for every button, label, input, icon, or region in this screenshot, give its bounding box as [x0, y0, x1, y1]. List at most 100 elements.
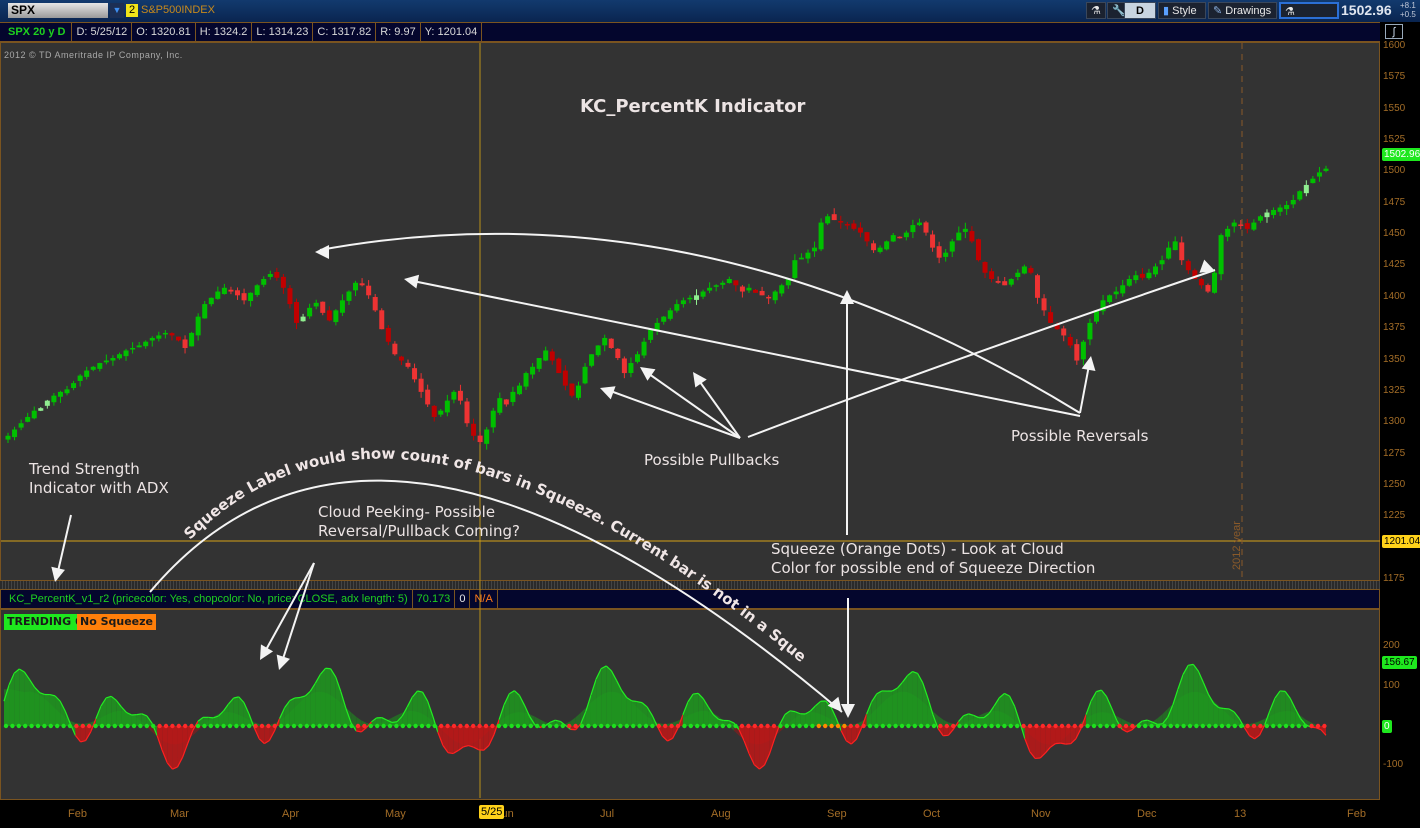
- reversal-arrow-1: [319, 232, 1081, 414]
- squeeze-dot: [1098, 723, 1103, 729]
- candle-body: [477, 435, 483, 443]
- candle-body: [202, 304, 208, 319]
- candle-body: [844, 224, 850, 226]
- histogram-segment: [1024, 726, 1030, 752]
- histogram-segment: [463, 726, 469, 747]
- squeeze-dot: [439, 723, 444, 729]
- squeeze-dot: [375, 723, 380, 729]
- squeeze-dot: [1200, 723, 1206, 729]
- candle-body: [149, 337, 155, 341]
- candle-body: [267, 273, 273, 277]
- chart-canvas: 2012 yearSqueeze Label would show count …: [0, 0, 1380, 798]
- squeeze-dot: [23, 723, 28, 729]
- squeeze-dot: [1322, 723, 1327, 729]
- candle-body: [779, 285, 785, 294]
- histogram-segment: [912, 671, 918, 726]
- candle-body: [103, 360, 109, 363]
- squeeze-dot: [874, 723, 879, 729]
- candle-body: [248, 292, 254, 302]
- candle-body: [287, 288, 293, 305]
- candle-body: [936, 246, 942, 258]
- candle-body: [523, 373, 529, 387]
- candle-body: [1198, 279, 1204, 286]
- histogram-segment: [448, 726, 454, 754]
- candle-body: [628, 363, 634, 373]
- squeeze-dot: [567, 723, 572, 729]
- candle-body: [562, 370, 568, 386]
- squeeze-dot: [1277, 723, 1282, 729]
- trend-strength-note-line-2: Indicator with ADX: [29, 479, 169, 497]
- candle-body: [189, 332, 195, 347]
- candle-body: [254, 285, 260, 295]
- squeeze-dot: [618, 723, 623, 729]
- candle-body: [798, 257, 804, 260]
- candle-body: [661, 316, 667, 322]
- candle-body: [995, 281, 1001, 283]
- histogram-segment: [1055, 726, 1061, 744]
- year-marker-label: 2012 year: [1231, 521, 1243, 570]
- candle-body: [307, 307, 313, 317]
- squeeze-dot: [464, 723, 469, 729]
- candle-body: [405, 362, 411, 367]
- squeeze-dot: [983, 723, 988, 729]
- squeeze-dot: [131, 723, 137, 729]
- histogram-segment: [902, 675, 908, 726]
- candle-body: [444, 400, 450, 413]
- squeeze-dot: [675, 723, 681, 729]
- candle-body: [871, 243, 877, 251]
- candle-body: [156, 335, 162, 339]
- squeeze-dot: [528, 723, 533, 729]
- squeeze-dot: [1085, 723, 1090, 729]
- candle-body: [969, 231, 975, 242]
- squeeze-dot: [656, 723, 661, 729]
- candle-body: [1126, 279, 1132, 286]
- percentk-line-segment: [325, 667, 331, 670]
- candle-body: [471, 423, 477, 436]
- candle-body: [582, 366, 588, 384]
- candle-body: [739, 286, 745, 292]
- histogram-segment: [340, 691, 346, 726]
- squeeze-dot: [938, 723, 943, 729]
- squeeze-note-line-2: Color for possible end of Squeeze Direct…: [771, 559, 1096, 577]
- candle-body: [457, 390, 463, 401]
- squeeze-dot: [1271, 723, 1276, 729]
- candle-body: [1257, 216, 1263, 221]
- squeeze-dot: [739, 723, 745, 729]
- squeeze-dot: [247, 723, 252, 729]
- squeeze-dot: [93, 723, 98, 729]
- candle-body: [136, 345, 142, 348]
- percentk-line-segment: [391, 721, 398, 724]
- squeeze-dot: [445, 723, 450, 729]
- squeeze-dot: [1111, 723, 1116, 729]
- pullback-arrow-2: [641, 368, 741, 439]
- squeeze-dot: [298, 723, 303, 729]
- histogram-segment: [473, 726, 479, 750]
- candle-body: [110, 358, 116, 361]
- squeeze-dot: [752, 723, 757, 729]
- squeeze-dot: [509, 723, 514, 729]
- histogram-segment: [305, 691, 311, 726]
- squeeze-dot: [855, 723, 860, 729]
- squeeze-dot: [541, 723, 546, 729]
- squeeze-dot: [1303, 723, 1308, 729]
- squeeze-dot: [535, 723, 540, 729]
- squeeze-dot: [1290, 723, 1295, 729]
- candle-body: [503, 399, 509, 405]
- squeeze-dot: [413, 723, 418, 729]
- squeeze-dot: [880, 723, 885, 729]
- candle-body: [851, 223, 857, 229]
- candle-body: [1028, 268, 1034, 273]
- pullback-arrow-1: [604, 388, 741, 439]
- histogram-segment: [601, 665, 607, 726]
- squeeze-dot: [253, 723, 258, 729]
- candle-body: [1185, 261, 1191, 271]
- squeeze-dot: [976, 723, 981, 729]
- squeeze-dot: [848, 723, 853, 729]
- squeeze-dot: [1021, 723, 1026, 729]
- squeeze-dot: [586, 723, 591, 729]
- candle-body: [674, 304, 680, 311]
- candle-body: [1113, 291, 1119, 295]
- squeeze-dot: [106, 723, 111, 729]
- squeeze-dot: [778, 723, 783, 729]
- candle-body: [648, 329, 654, 340]
